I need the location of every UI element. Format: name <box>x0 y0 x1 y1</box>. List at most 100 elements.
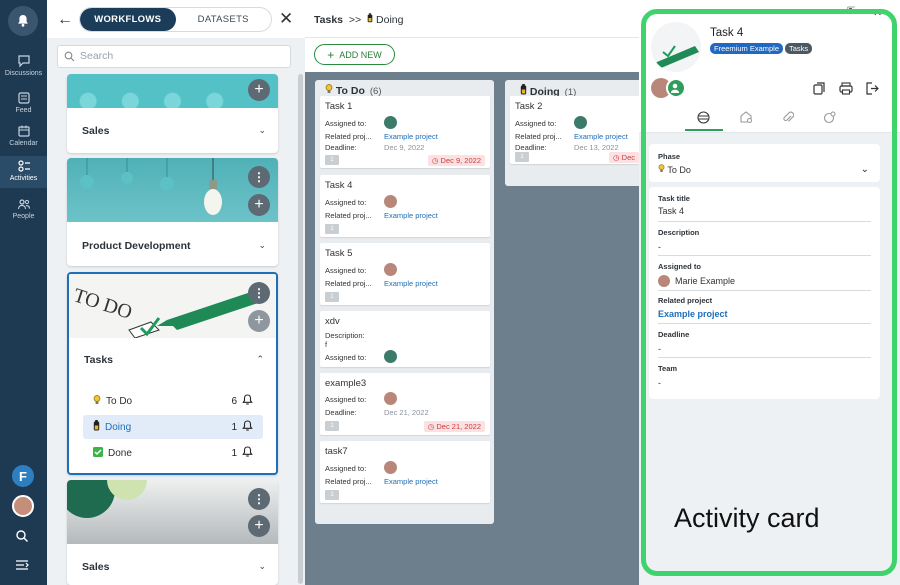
project-link[interactable]: Example project <box>384 132 438 141</box>
task-title-field[interactable]: Task 4 <box>658 206 684 216</box>
team-field[interactable]: - <box>658 378 661 388</box>
assignee-avatar <box>574 116 587 129</box>
more-options-icon[interactable]: ⋮ <box>248 166 270 188</box>
task-name: task7 <box>325 446 348 457</box>
phase-item-done[interactable]: Done 1 <box>83 441 263 465</box>
phase-item-to-do[interactable]: To Do 6 <box>83 389 263 413</box>
workflow-card-sales-2[interactable]: ⋮ + Sales ⌄ <box>67 480 278 585</box>
attachment-count-badge: 1 <box>325 224 339 234</box>
task-name: xdv <box>325 316 340 327</box>
workflow-title: Sales <box>82 125 110 137</box>
people-icon <box>17 199 30 210</box>
chevron-up-icon[interactable]: ⌃ <box>256 354 264 365</box>
phase-label: Doing <box>105 421 132 433</box>
field-label: Team <box>658 364 678 373</box>
chevron-down-icon[interactable]: ⌄ <box>258 561 266 572</box>
tab-details-icon[interactable] <box>697 111 710 129</box>
expand-icon[interactable]: ⇱ <box>847 6 855 17</box>
description-field[interactable]: - <box>658 242 661 252</box>
collapse-menu-icon[interactable] <box>15 559 29 571</box>
workflow-card-sales[interactable]: + Sales ⌄ <box>67 74 278 153</box>
add-button[interactable]: + <box>248 194 270 216</box>
breadcrumb-root[interactable]: Tasks <box>314 14 343 26</box>
task-card[interactable]: Task 1 Assigned to: Related proj... Exam… <box>320 96 490 168</box>
print-icon[interactable] <box>839 82 853 100</box>
attachment-count-badge: 1 <box>325 292 339 302</box>
assignee-avatar <box>384 116 397 129</box>
task-card[interactable]: example3 Assigned to: Deadline: Dec 21, … <box>320 373 490 435</box>
description-label: Description: <box>325 331 365 340</box>
assigned-to-field[interactable]: Marie Example <box>675 276 735 286</box>
due-date-badge: ◷ Dec 21, 2022 <box>423 421 485 432</box>
add-button[interactable]: + <box>248 310 270 332</box>
phase-item-doing[interactable]: Doing 1 <box>83 415 263 439</box>
task-card[interactable]: Task 2 Assigned to: Related proj... Exam… <box>510 96 639 164</box>
profile-avatar[interactable] <box>12 495 34 517</box>
tab-comments-icon[interactable] <box>823 111 836 129</box>
close-icon[interactable]: ✕ <box>873 6 882 19</box>
nav-label-activities: Activities <box>9 175 38 182</box>
add-new-button[interactable]: + ADD NEW <box>314 44 395 65</box>
phase-selector[interactable]: Phase To Do ⌄ <box>649 144 880 182</box>
description-value: f <box>325 340 328 349</box>
divider <box>658 357 871 358</box>
add-user-icon[interactable] <box>666 78 686 98</box>
due-date-badge: ◷ Dec 9, 2022 <box>427 155 485 166</box>
exit-icon[interactable] <box>865 82 879 100</box>
tab-related-icon[interactable] <box>740 111 753 129</box>
bell-icon[interactable] <box>242 394 253 406</box>
back-arrow-icon[interactable]: ← <box>57 11 73 29</box>
bell-icon[interactable] <box>242 446 253 458</box>
search-placeholder: Search <box>80 50 114 62</box>
task-name: Task 1 <box>325 101 353 112</box>
workflow-list-panel: ← WORKFLOWS DATASETS ✕ Search + Sales ⌄ … <box>47 0 305 585</box>
task-card[interactable]: Task 4 Assigned to: Related proj... Exam… <box>320 175 490 237</box>
user-avatar-initial[interactable]: F <box>12 465 34 487</box>
nav-people[interactable]: People <box>0 197 47 223</box>
kanban-column-todo: To Do (6) Task 1 Assigned to: Related pro… <box>315 80 494 524</box>
nav-label-calendar: Calendar <box>9 140 38 147</box>
nav-activities[interactable]: Activities <box>0 156 47 188</box>
project-link[interactable]: Example project <box>384 477 438 486</box>
task-card[interactable]: xdv Description: f Assigned to: <box>320 311 490 367</box>
related-project-link[interactable]: Example project <box>658 309 728 319</box>
search-icon[interactable] <box>15 529 29 543</box>
battery-icon <box>93 420 100 434</box>
notifications-bell-icon[interactable] <box>8 6 38 36</box>
project-link[interactable]: Example project <box>384 279 438 288</box>
nav-calendar[interactable]: Calendar <box>0 124 47 150</box>
workflow-card-product-development[interactable]: ⋮ + Product Development ⌄ <box>67 158 278 266</box>
project-link[interactable]: Example project <box>574 132 628 141</box>
nav-discussions[interactable]: Discussions <box>0 54 47 80</box>
workflow-tag[interactable]: Freemium Example <box>710 43 784 54</box>
task-card[interactable]: Task 5 Assigned to: Related proj... Exam… <box>320 243 490 305</box>
assignee-avatar <box>384 461 397 474</box>
project-link[interactable]: Example project <box>384 211 438 220</box>
tab-attachments-icon[interactable] <box>782 111 795 129</box>
nav-feed[interactable]: Feed <box>0 91 47 117</box>
chevron-down-icon[interactable]: ⌄ <box>258 240 266 251</box>
more-options-icon[interactable]: ⋮ <box>248 488 270 510</box>
deadline-field[interactable]: - <box>658 344 661 354</box>
chevron-down-icon[interactable]: ⌄ <box>861 164 869 175</box>
chevron-down-icon[interactable]: ⌄ <box>258 125 266 136</box>
more-options-icon[interactable]: ⋮ <box>248 282 270 304</box>
add-button[interactable]: + <box>248 515 270 537</box>
tab-datasets[interactable]: DATASETS <box>176 8 272 31</box>
due-date: Dec 9, 2022 <box>440 156 481 165</box>
field-label: Task title <box>658 194 690 203</box>
workflow-search-input[interactable]: Search <box>57 45 291 68</box>
phase-tag[interactable]: Tasks <box>785 43 813 54</box>
workflow-card-tasks[interactable]: TO DO ⋮ + Tasks ⌃ To Do 6 Doing 1 Done 1 <box>67 272 278 475</box>
nav-label-feed: Feed <box>15 107 32 114</box>
task-card[interactable]: task7 Assigned to: Related proj... Examp… <box>320 441 490 503</box>
board-header: Tasks >> Doing <box>305 0 640 38</box>
add-button[interactable]: + <box>248 79 270 101</box>
task-name: Task 2 <box>515 101 543 112</box>
close-icon[interactable]: ✕ <box>279 9 293 29</box>
assigned-label: Assigned to: <box>325 353 367 362</box>
scrollbar[interactable] <box>298 74 303 584</box>
copy-icon[interactable] <box>813 82 826 100</box>
tab-workflows[interactable]: WORKFLOWS <box>80 8 176 31</box>
bell-icon[interactable] <box>242 420 253 432</box>
